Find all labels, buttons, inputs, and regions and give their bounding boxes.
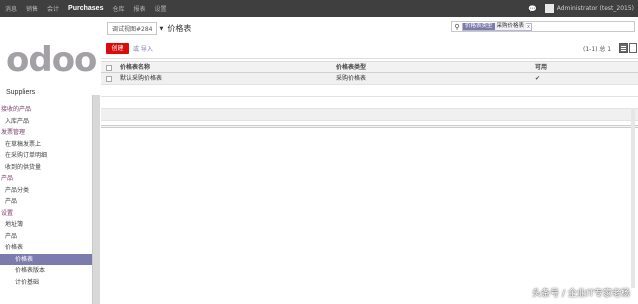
avatar[interactable] xyxy=(544,4,554,13)
sidebar-item-selected[interactable]: 价格表 xyxy=(0,253,92,265)
odoo-logo[interactable]: odoo xyxy=(6,40,97,80)
top-menu-item-purchases[interactable]: Purchases xyxy=(68,5,103,12)
sidebar-item[interactable]: 计价基础 xyxy=(0,277,101,289)
sidebar-item[interactable]: 价格表版本 xyxy=(0,265,101,277)
top-right-area: 💬 Administrator (test_2015) xyxy=(528,0,634,17)
control-panel: 调试视图#284 ▼ 价格表 创建 或 导入 ⚲ 价格表类型 采购价格表 x (… xyxy=(101,17,638,59)
sidebar-section-header[interactable]: 接收的产品 xyxy=(0,104,101,116)
sidebar-item[interactable]: 产品分类 xyxy=(0,185,101,197)
top-menu-item[interactable]: 报表 xyxy=(133,4,145,13)
sidebar-section-header[interactable]: 发票管理 xyxy=(0,127,101,139)
breadcrumb: 调试视图#284 ▼ 价格表 xyxy=(107,22,191,35)
facet-remove-icon[interactable]: x xyxy=(526,24,531,30)
sidebar-item[interactable]: 在采购订单明细 xyxy=(0,150,101,162)
create-button[interactable]: 创建 xyxy=(106,43,129,54)
select-all-checkbox[interactable] xyxy=(106,65,112,71)
chat-icon[interactable]: 💬 xyxy=(528,5,537,13)
search-bar[interactable]: ⚲ 价格表类型 采购价格表 x xyxy=(451,21,635,32)
top-navbar: 消息 销售 会计 Purchases 仓库 报表 设置 💬 Administra… xyxy=(0,0,638,17)
sidebar-item[interactable]: 地址簿 xyxy=(0,219,101,231)
active-check-icon: ✔ xyxy=(535,75,541,82)
table-row[interactable]: 默认采购价格表 采购价格表 ✔ xyxy=(101,73,638,85)
logo-text: odoo xyxy=(6,40,97,80)
main-scrollbar[interactable] xyxy=(631,108,635,288)
table-footer xyxy=(101,125,638,128)
sidebar-scrollbar[interactable] xyxy=(92,95,100,304)
pricelist-type: 采购价格表 xyxy=(336,75,367,82)
search-facet[interactable]: 价格表类型 采购价格表 x xyxy=(462,22,532,31)
search-icon[interactable]: ⚲ xyxy=(452,23,462,31)
pager[interactable]: (1-1) 总 1 xyxy=(583,44,611,53)
row-checkbox[interactable] xyxy=(106,76,112,82)
sidebar-item[interactable]: 价格表 xyxy=(0,242,101,254)
empty-row xyxy=(101,85,638,97)
table-header: 价格表名称 价格表类型 可用 xyxy=(101,61,638,73)
main-content: 调试视图#284 ▼ 价格表 创建 或 导入 ⚲ 价格表类型 采购价格表 x (… xyxy=(101,17,638,304)
debug-view-selector[interactable]: 调试视图#284 xyxy=(107,22,158,35)
sidebar-item[interactable]: 收到的供货量 xyxy=(0,162,101,174)
form-view-icon[interactable] xyxy=(629,43,637,53)
import-link[interactable]: 或 导入 xyxy=(133,44,153,53)
sidebar-item[interactable]: 在草稿发票上 xyxy=(0,139,101,151)
sidebar-item[interactable]: 入库产品 xyxy=(0,116,101,128)
list-table: 价格表名称 价格表类型 可用 默认采购价格表 采购价格表 ✔ xyxy=(101,61,638,121)
app-name: Suppliers xyxy=(6,89,36,96)
page-title: 价格表 xyxy=(167,24,192,33)
top-menu-item[interactable]: 消息 xyxy=(5,4,17,13)
caret-down-icon[interactable]: ▼ xyxy=(159,26,163,32)
top-menu-item[interactable]: 会计 xyxy=(47,4,59,13)
user-menu[interactable]: Administrator (test_2015) xyxy=(557,5,634,12)
sidebar: odoo Suppliers 接收的产品 入库产品 发票管理 在草稿发票上 在采购订单明… xyxy=(0,17,101,304)
pricelist-name: 默认采购价格表 xyxy=(120,75,163,82)
facet-label: 价格表类型 xyxy=(463,23,495,30)
list-view-icon[interactable] xyxy=(619,43,628,53)
sidebar-section-header[interactable]: 设置 xyxy=(0,208,101,220)
top-menu: 消息 销售 会计 Purchases 仓库 报表 设置 xyxy=(5,0,176,17)
empty-row xyxy=(101,97,638,109)
watermark: 头条号 / 企业IT专家老杨 xyxy=(532,289,630,299)
sidebar-menu: 接收的产品 入库产品 发票管理 在草稿发票上 在采购订单明细 收到的供货量 产品 产品分类 产品… xyxy=(0,104,101,288)
sidebar-section-header[interactable]: 产品 xyxy=(0,173,101,185)
sidebar-item[interactable]: 产品 xyxy=(0,196,101,208)
top-menu-item[interactable]: 设置 xyxy=(155,4,167,13)
empty-row xyxy=(101,109,638,121)
top-menu-item[interactable]: 仓库 xyxy=(112,4,124,13)
top-menu-item[interactable]: 销售 xyxy=(26,4,38,13)
facet-value: 采购价格表 xyxy=(494,23,527,30)
sidebar-item[interactable]: 产品 xyxy=(0,231,101,243)
